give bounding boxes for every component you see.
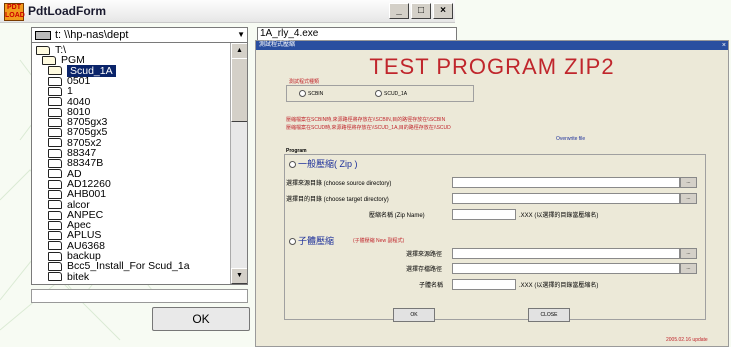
folder-icon [48, 86, 62, 96]
radio-scbin-label: SCBIN [308, 90, 324, 97]
tree-scrollbar[interactable]: ▲ ▼ [230, 43, 247, 284]
radio-zip-icon [289, 161, 296, 169]
maximize-button[interactable]: □ [411, 3, 431, 19]
scroll-down-button[interactable]: ▼ [231, 268, 247, 284]
scroll-up-button[interactable]: ▲ [231, 43, 247, 59]
group-sub-note: (子體壓縮 New 副程式) [353, 238, 405, 244]
tree-item-label: bitek [67, 270, 90, 283]
title-bar[interactable]: PDT LOAD PdtLoadForm _ □ × [0, 0, 455, 23]
folder-icon [48, 220, 62, 230]
folder-open-icon [48, 66, 62, 76]
radio-scbin-icon [299, 90, 306, 97]
folder-icon [48, 159, 62, 169]
folder-icon [48, 251, 62, 261]
minimize-button[interactable]: _ [389, 3, 409, 19]
folder-icon [48, 138, 62, 148]
sub-src-input[interactable] [452, 248, 680, 259]
target-dir-label: 選擇目的目錄 (choose target directory) [286, 197, 389, 203]
network-drive-icon [35, 30, 51, 40]
folder-icon [48, 76, 62, 86]
drive-select[interactable]: t: \\hp-nas\dept ▼ [31, 27, 248, 43]
embedded-close-button: CLOSE [528, 308, 570, 322]
browse-target-button: ... [680, 193, 697, 204]
folder-open-icon [36, 45, 50, 55]
embedded-close-icon: × [721, 42, 726, 49]
embedded-heading: TEST PROGRAM ZIP2 [369, 54, 615, 79]
folder-icon [48, 262, 62, 272]
note-2: 壓縮檔案在SCUD時,來源路徑將存放在\\SCUD_1A,目的路徑存放在\\SC… [286, 125, 451, 131]
zip-name-input[interactable] [452, 209, 516, 220]
directory-tree[interactable]: T:\ PGM Scud_1A 0501 1 4040 8010 8705gx3 8705gx5… [31, 42, 248, 285]
folder-icon [48, 128, 62, 138]
folder-icon [48, 117, 62, 127]
folder-open-icon [42, 56, 56, 66]
radio-scud-icon [375, 90, 382, 97]
chevron-down-icon[interactable]: ▼ [237, 28, 245, 42]
target-dir-input[interactable] [452, 193, 680, 204]
folder-icon [48, 241, 62, 251]
folder-icon [48, 189, 62, 199]
browse-sub-dst-button: ... [680, 263, 697, 274]
folder-icon [48, 272, 62, 282]
folder-icon [48, 169, 62, 179]
sub-src-label: 選擇來源路徑 [406, 252, 443, 258]
tree-item[interactable]: bitek [48, 270, 90, 283]
source-dir-input[interactable] [452, 177, 680, 188]
embedded-titlebar: 測試程式壓縮 [256, 41, 728, 50]
group-sub-title: 子體壓縮 [289, 234, 334, 247]
group-zip-title: 一般壓縮( Zip ) [289, 157, 358, 170]
zip-name-label: 壓縮名稱 (Zip Name) [369, 213, 425, 219]
sub-name-label: 子體名稱 [419, 283, 444, 289]
source-dir-label: 選擇來源目錄 (choose source directory) [286, 181, 392, 187]
folder-icon [48, 97, 62, 107]
embedded-dialog: 測試程式壓縮 × TEST PROGRAM ZIP2 測試程式種類 SCBIN … [255, 40, 729, 347]
folder-icon [48, 148, 62, 158]
update-footer: 2005.02.16 update [666, 337, 708, 343]
folder-icon [48, 200, 62, 210]
scroll-thumb[interactable] [231, 58, 247, 122]
pdtloadform-window: PDT LOAD PdtLoadForm _ □ × t: \\hp-nas\d… [0, 0, 731, 347]
app-icon: PDT LOAD [4, 3, 25, 21]
close-button[interactable]: × [433, 3, 453, 19]
browse-source-button: ... [680, 177, 697, 188]
radio-sub-icon [289, 238, 296, 246]
folder-icon [48, 210, 62, 220]
note-1: 壓縮檔案在SCBIN時,來源路徑將存放在\\SCBIN,目的路徑存放在\\SCB… [286, 117, 446, 123]
filename-field[interactable]: 1A_rly_4.exe [257, 27, 457, 41]
drive-label: t: \\hp-nas\dept [55, 29, 129, 41]
ok-button[interactable]: OK [152, 307, 250, 331]
sub-dst-label: 選擇存檔路徑 [406, 267, 443, 273]
sub-name-input[interactable] [452, 279, 516, 290]
overwrite-checkbox-label: Overwrite file [556, 136, 586, 142]
zip-name-suffix: .XXX (以選擇的目錄當壓縮名) [519, 213, 599, 219]
sub-dst-input[interactable] [452, 263, 680, 274]
folder-icon [48, 179, 62, 189]
folder-icon [48, 231, 62, 241]
tree-item[interactable]: PGM [42, 55, 85, 66]
program-type-box: SCBIN SCUD_1A [286, 85, 474, 102]
section-type-label: 測試程式種類 [289, 79, 320, 85]
radio-scud-label: SCUD_1A [384, 90, 408, 97]
window-title: PdtLoadForm [28, 4, 106, 18]
browse-sub-src-button: ... [680, 248, 697, 259]
embedded-ok-button: OK [393, 308, 435, 322]
sub-name-suffix: .XXX (以選擇的目錄當壓縮名) [519, 283, 599, 289]
path-display [31, 289, 248, 303]
folder-icon [48, 107, 62, 117]
